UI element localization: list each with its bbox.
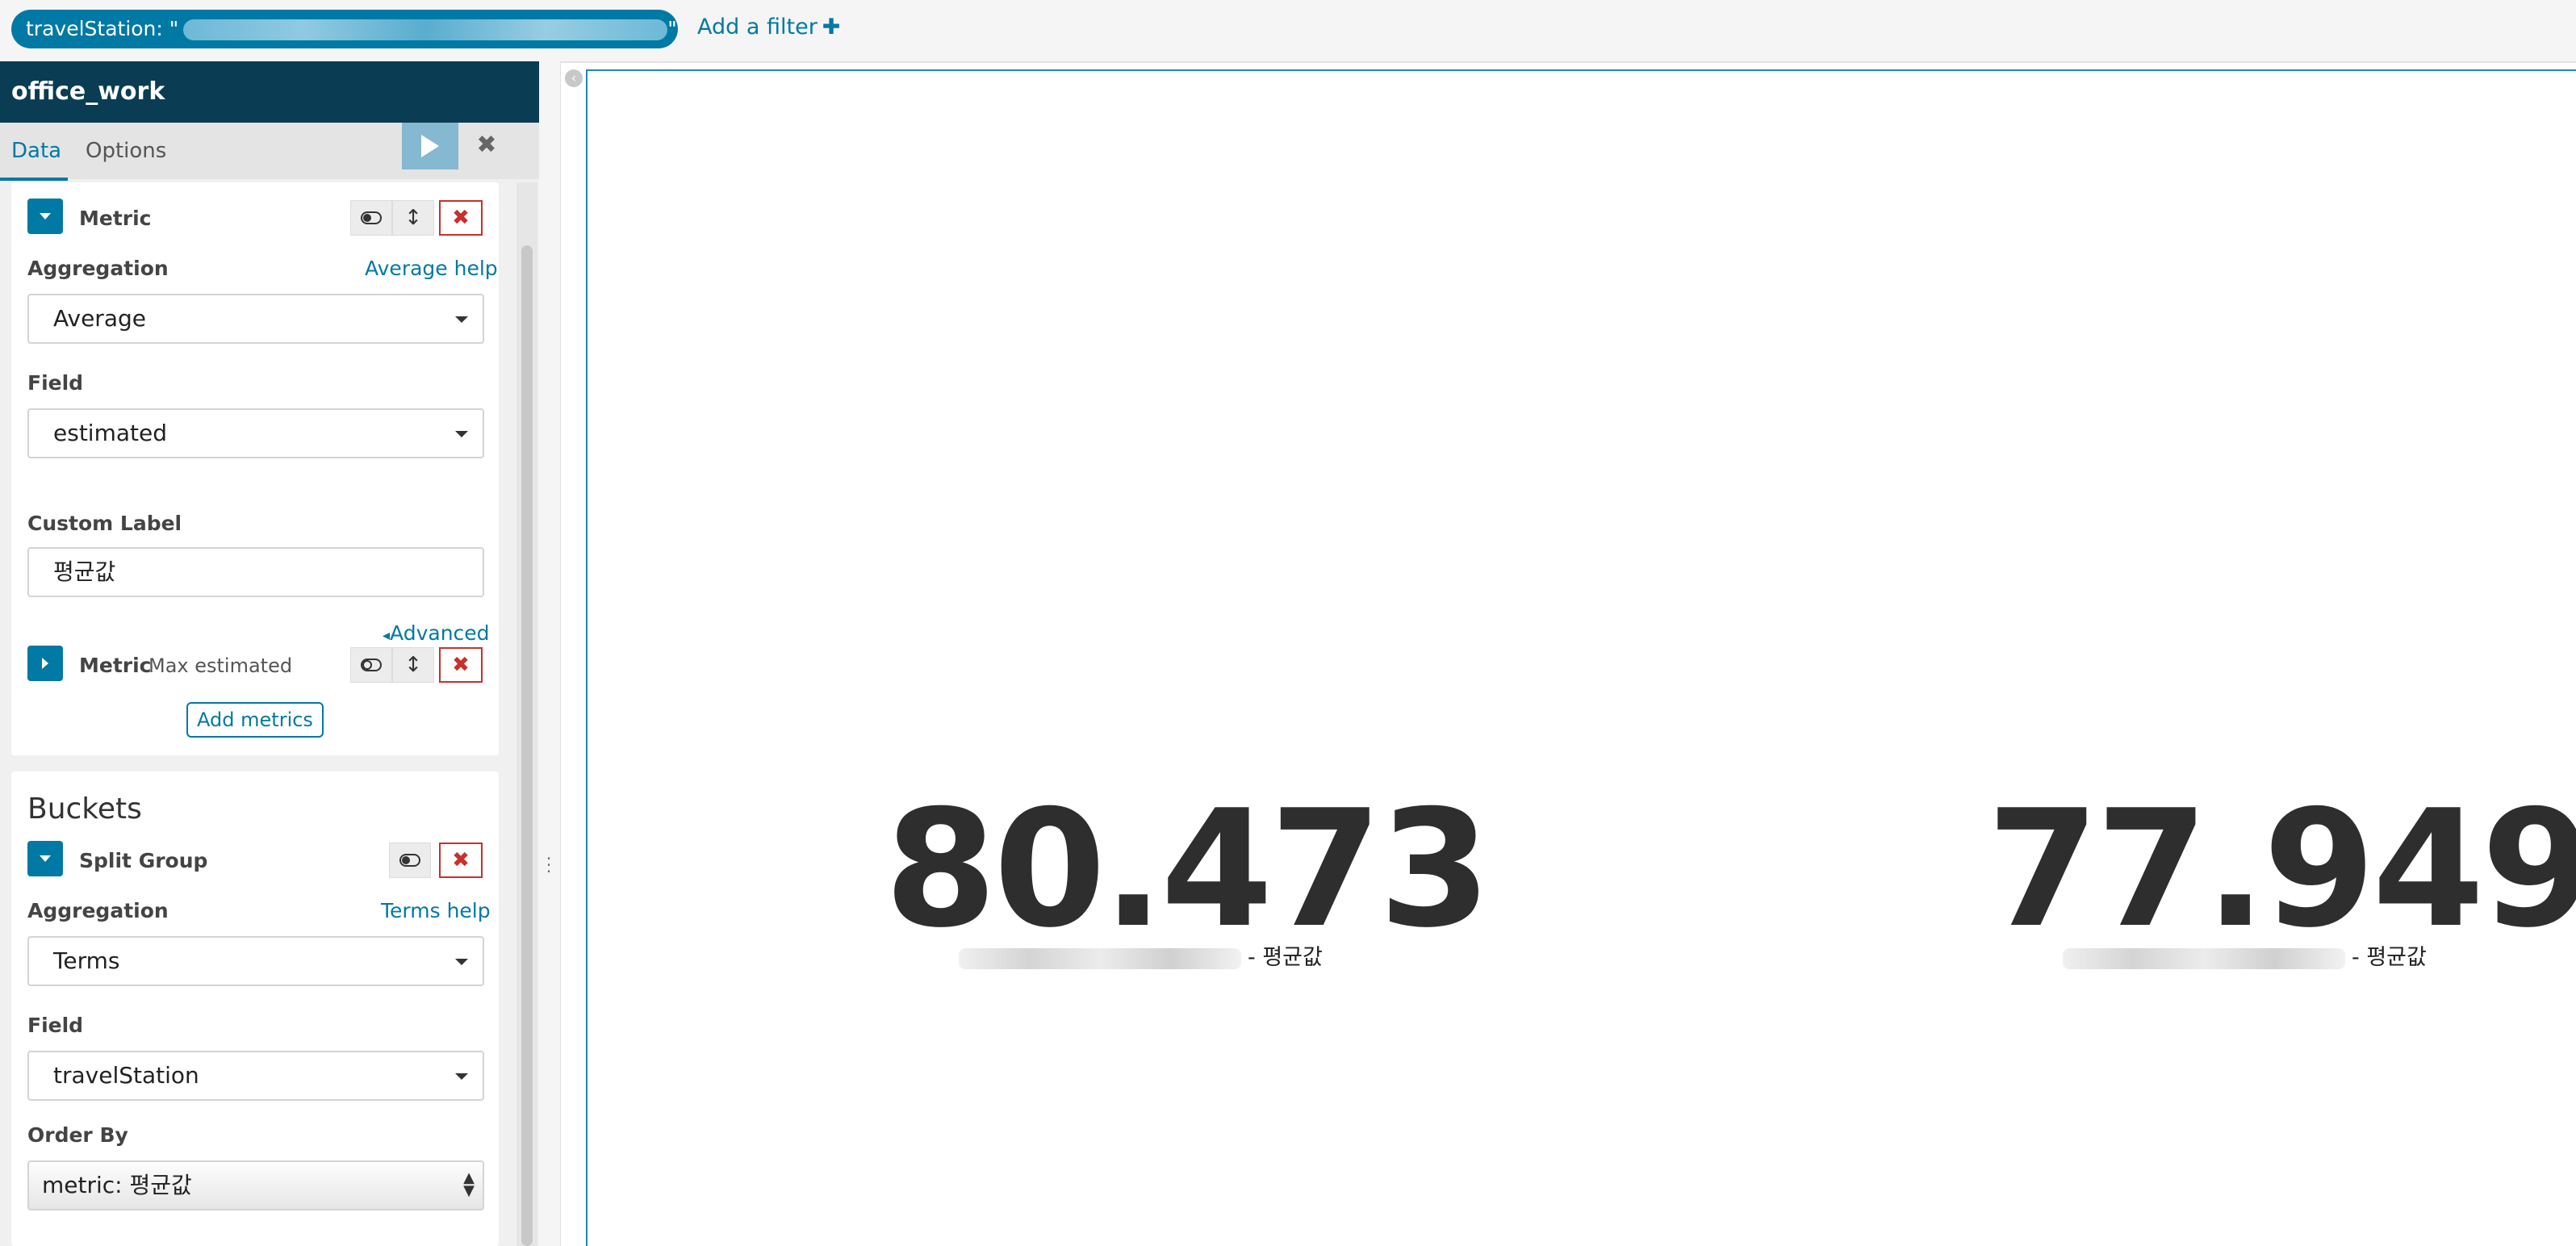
filter-bar: travelStation: " " Add a filter ✚ — [0, 0, 2576, 63]
metric-2-reorder-button[interactable]: ↕ — [392, 647, 434, 683]
metric-1-field-value: estimated — [53, 420, 167, 446]
advanced-toggle-link[interactable]: ◂Advanced — [383, 621, 490, 645]
sidebar-resize-handle[interactable] — [539, 61, 561, 1246]
filter-pill-travelstation[interactable]: travelStation: " " — [11, 10, 678, 48]
metric-label-1: - 평균값 — [959, 939, 1323, 971]
metric-2-title: Metric — [79, 654, 152, 677]
redacted-bucket-name — [2063, 947, 2345, 969]
metric-1-aggregation-value: Average — [53, 305, 146, 332]
metric-value-2: 77.949 — [1987, 776, 2576, 964]
custom-label-value: 평균값 — [53, 558, 116, 585]
add-filter-label: Add a filter — [697, 15, 818, 40]
metric-label-2-suffix: - 평균값 — [2352, 945, 2427, 970]
visualization-canvas: 80.473 - 평균값 77.949 - 평균값 — [586, 69, 2576, 1246]
bucket-field-select[interactable]: travelStation — [27, 1051, 484, 1101]
order-by-label: Order By — [27, 1123, 128, 1147]
up-down-arrow-icon: ↕ — [404, 653, 422, 677]
apply-changes-button[interactable] — [402, 123, 458, 169]
advanced-label: Advanced — [390, 621, 490, 645]
toggle-on-icon — [399, 854, 420, 867]
split-group-title: Split Group — [79, 849, 208, 872]
chevron-down-icon — [455, 1073, 468, 1080]
terms-help-link[interactable]: Terms help — [381, 899, 491, 922]
metric-1-title: Metric — [79, 207, 152, 230]
play-icon — [421, 135, 439, 157]
average-help-link[interactable]: Average help — [365, 257, 498, 280]
bucket-aggregation-label: Aggregation — [27, 899, 169, 922]
metric-label-2: - 평균값 — [2063, 939, 2427, 971]
metric-1-toggle-button[interactable] — [350, 200, 392, 236]
editor-sidebar: office_work Data Options ✖ Metric ↕ ✖ Ag… — [0, 61, 539, 1246]
bucket-remove-button[interactable]: ✖ — [439, 843, 483, 878]
metric-1-aggregation-select[interactable]: Average — [27, 294, 484, 344]
toggle-off-icon — [361, 659, 382, 671]
metric-label-1-suffix: - 평균값 — [1248, 945, 1323, 970]
metric-1-aggregation-label: Aggregation — [27, 257, 169, 280]
sidebar-scrollbar-thumb[interactable] — [521, 245, 533, 1246]
collapse-sidebar-icon[interactable]: ‹ — [565, 69, 583, 87]
redacted-value — [183, 19, 668, 40]
filter-pill-label: travelStation: " — [26, 17, 179, 40]
bucket-aggregation-value: Terms — [53, 947, 120, 974]
metric-1-field-label: Field — [27, 371, 84, 395]
metrics-panel: Metric ↕ ✖ Aggregation Average help Aver… — [11, 182, 499, 755]
select-arrows-icon: ▲ ▼ — [463, 1169, 475, 1199]
up-down-arrow-icon: ↕ — [404, 206, 422, 230]
custom-label-input[interactable]: 평균값 — [27, 547, 484, 597]
chevron-down-icon — [455, 431, 468, 437]
collapse-metric-chevron-down-icon[interactable] — [27, 199, 63, 234]
add-filter-link[interactable]: Add a filter ✚ — [697, 15, 840, 40]
metric-2-toggle-button[interactable] — [350, 647, 392, 683]
collapse-bucket-chevron-down-icon[interactable] — [27, 841, 63, 876]
metric-1-field-select[interactable]: estimated — [27, 408, 484, 458]
metric-1-remove-button[interactable]: ✖ — [439, 200, 483, 236]
custom-label-label: Custom Label — [27, 512, 182, 535]
chevron-down-icon — [455, 959, 468, 965]
tab-options[interactable]: Options — [86, 139, 166, 163]
metric-2-subtitle: Max estimated — [148, 654, 293, 677]
bucket-toggle-button[interactable] — [389, 843, 431, 878]
tab-data[interactable]: Data — [11, 139, 61, 163]
metric-1-reorder-button[interactable]: ↕ — [392, 200, 434, 236]
plus-icon: ✚ — [822, 15, 841, 40]
discard-changes-close-icon[interactable]: ✖ — [475, 131, 499, 159]
chevron-down-icon — [455, 316, 468, 323]
expand-metric-chevron-right-icon[interactable] — [27, 646, 63, 681]
bucket-field-label: Field — [27, 1014, 84, 1037]
metric-2-remove-button[interactable]: ✖ — [439, 647, 483, 683]
redacted-bucket-name — [959, 947, 1241, 969]
buckets-panel: Buckets Split Group ✖ Aggregation Terms … — [11, 771, 499, 1246]
metric-value-1: 80.473 — [884, 776, 1491, 964]
drag-handle-dots-icon[interactable]: · · · — [546, 851, 552, 880]
visualization-title: office_work — [0, 61, 539, 123]
order-by-value: metric: 평균값 — [42, 1172, 192, 1198]
bucket-field-value: travelStation — [53, 1062, 199, 1089]
active-tab-indicator — [0, 178, 68, 181]
add-metrics-button[interactable]: Add metrics — [186, 702, 324, 738]
order-by-select[interactable]: metric: 평균값 ▲ ▼ — [27, 1160, 484, 1210]
bucket-aggregation-select[interactable]: Terms — [27, 936, 484, 986]
toggle-on-icon — [361, 211, 382, 224]
caret-left-icon: ◂ — [383, 627, 391, 644]
buckets-heading: Buckets — [27, 792, 142, 826]
